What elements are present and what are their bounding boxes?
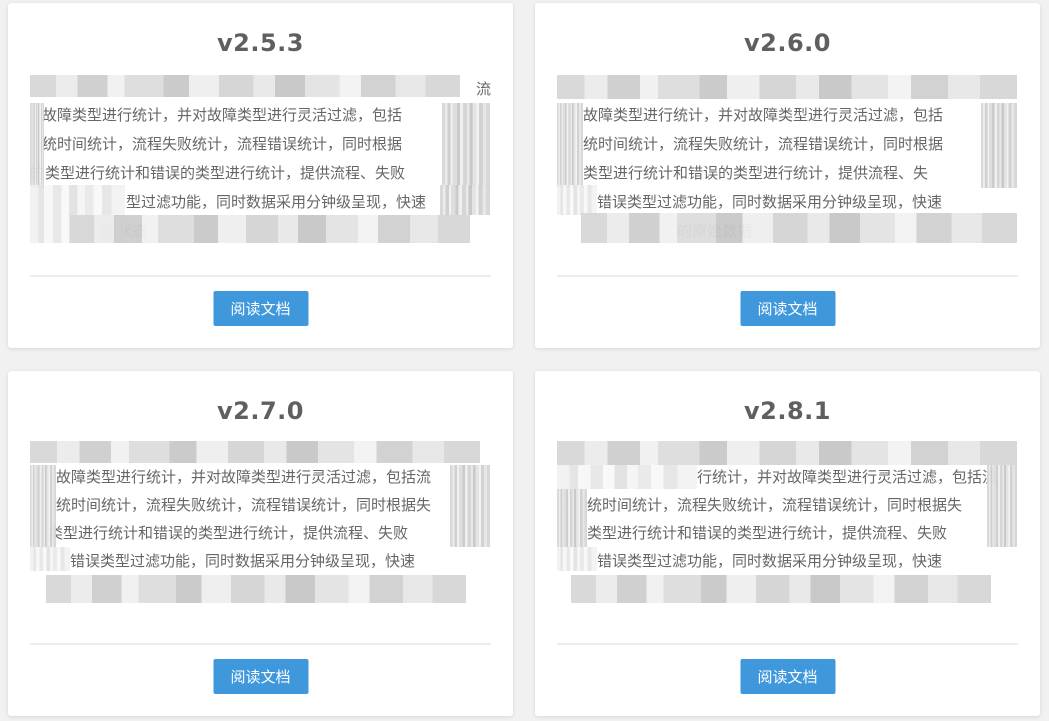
redaction-mosaic — [557, 547, 597, 571]
release-card-v2-5-3: v2.5.3 流 故障类型进行统计，并对故障类型进行灵活过滤，包括 统时间统计，… — [8, 3, 513, 348]
description-line: 类型进行统计和错误的类型进行统计，提供流程、失败 — [587, 524, 948, 542]
description-line — [557, 575, 1018, 604]
release-card-v2-6-0: v2.6.0 故障类型进行统计，并对故障类型进行灵活过滤，包括 统时间统计，流程… — [535, 3, 1040, 348]
description-line: 的类型进行统计和错误的类型进行统计，提供流程、失败 — [30, 164, 406, 182]
card-divider — [30, 275, 491, 277]
read-docs-button[interactable]: 阅读文档 — [213, 291, 308, 326]
description-line: 流 — [475, 80, 491, 98]
release-description: 行统计，并对故障类型进行灵活过滤，包括流 统时间统计，流程失败统计，流程错误统计… — [557, 441, 1018, 611]
redaction-mosaic — [557, 489, 587, 547]
redaction-mosaic — [557, 185, 597, 215]
description-line: 统时间统计，流程失败统计，流程错误统计，同时根据 — [583, 135, 944, 153]
description-line: 统时间统计，流程失败统计，流程错误统计，同时根据失 — [56, 496, 432, 514]
redaction-mosaic — [30, 547, 70, 571]
description-line — [30, 575, 491, 604]
description-line: 统时间统计，流程失败统计，流程错误统计，同时根据失 — [587, 496, 963, 514]
description-line: 错误类型过滤功能，同时数据采用分钟级呈现，快速 — [597, 193, 943, 211]
description-line: 故障类型进行统计，并对故障类型进行灵活过滤，包括 — [583, 106, 944, 124]
release-card-v2-7-0: v2.7.0 故障类型进行统计，并对故障类型进行灵活过滤，包括流 统时间统计，流… — [8, 371, 513, 716]
card-divider — [557, 643, 1018, 645]
description-line: 的原始数据 — [677, 222, 753, 240]
description-line: 类型进行统计和错误的类型进行统计，提供流程、失 — [583, 164, 929, 182]
release-description: 故障类型进行统计，并对故障类型进行灵活过滤，包括流 统时间统计，流程失败统计，流… — [30, 441, 491, 611]
release-card-v2-8-1: v2.8.1 行统计，并对故障类型进行灵活过滤，包括流 统时间统计，流程失败统计… — [535, 371, 1040, 716]
read-docs-button[interactable]: 阅读文档 — [740, 659, 835, 694]
version-title: v2.7.0 — [217, 397, 304, 425]
description-line: 类型进行统计和错误的类型进行统计，提供流程、失败 — [48, 524, 409, 542]
release-description: 流 故障类型进行统计，并对故障类型进行灵活过滤，包括 统时间统计，流程失败统计，… — [30, 73, 491, 243]
version-title: v2.8.1 — [744, 397, 831, 425]
description-line: 间状态 — [102, 222, 148, 240]
description-line: 统时间统计，流程失败统计，流程错误统计，同时根据 — [42, 135, 403, 153]
description-line: 故障类型进行统计，并对故障类型进行灵活过滤，包括 — [42, 106, 403, 124]
redaction-mosaic — [557, 103, 583, 188]
read-docs-button[interactable]: 阅读文档 — [213, 659, 308, 694]
description-line — [557, 75, 1018, 104]
description-line: 错误类型过滤功能，同时数据采用分钟级呈现，快速 — [597, 552, 943, 570]
description-line: 错误类型过滤功能，同时数据采用分钟级呈现，快速 — [70, 552, 416, 570]
version-title: v2.6.0 — [744, 29, 831, 57]
description-line: 故障类型进行统计，并对故障类型进行灵活过滤，包括流 — [56, 468, 432, 486]
card-divider — [30, 643, 491, 645]
version-title: v2.5.3 — [217, 29, 304, 57]
description-line: 型过滤功能，同时数据采用分钟级呈现，快速 — [126, 193, 427, 211]
read-docs-button[interactable]: 阅读文档 — [740, 291, 835, 326]
release-description: 故障类型进行统计，并对故障类型进行灵活过滤，包括 统时间统计，流程失败统计，流程… — [557, 73, 1018, 243]
release-grid: v2.5.3 流 故障类型进行统计，并对故障类型进行灵活过滤，包括 统时间统计，… — [0, 0, 1049, 721]
card-divider — [557, 275, 1018, 277]
description-line: 行统计，并对故障类型进行灵活过滤，包括流 — [697, 468, 998, 486]
